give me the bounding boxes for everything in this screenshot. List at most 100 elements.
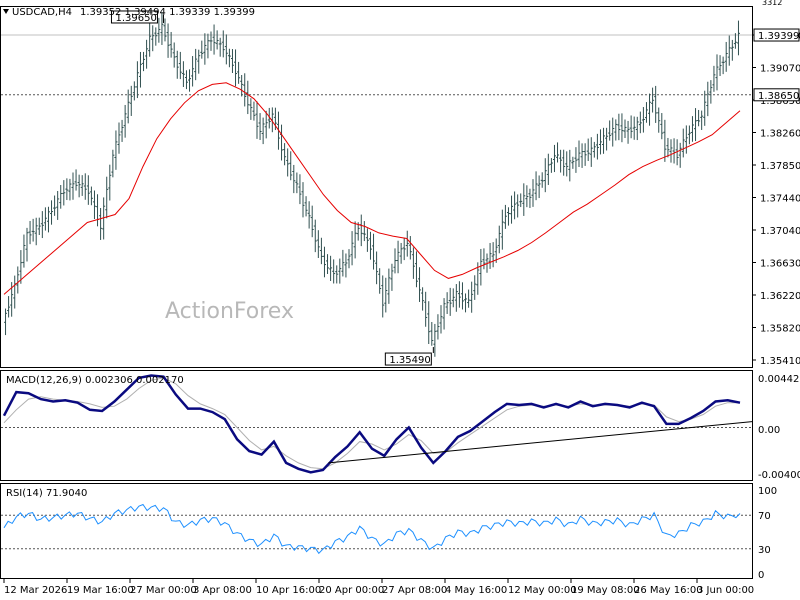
macd-panel [1, 374, 753, 474]
candle [230, 49, 234, 74]
macd-line [2, 374, 741, 474]
candle [451, 288, 455, 308]
rsi-tick-label: 70 [758, 511, 771, 522]
candle [249, 98, 253, 120]
candle [117, 122, 121, 154]
candle [40, 211, 44, 239]
candle [114, 130, 118, 170]
candle [255, 101, 259, 139]
candle [194, 48, 198, 81]
candle [34, 217, 38, 246]
axes: 1.394801.390701.386501.382601.378501.374… [3, 28, 800, 596]
candle [378, 268, 382, 294]
candle [559, 149, 563, 173]
candle [99, 208, 103, 240]
candle [7, 296, 11, 318]
candle [500, 209, 504, 250]
candle [408, 236, 412, 260]
x-tick-label: 12 May 00:00 [508, 585, 577, 596]
candle [191, 56, 195, 87]
candle [414, 251, 418, 288]
candle [59, 184, 63, 209]
candle [457, 281, 461, 308]
candle [736, 20, 740, 56]
candle [362, 221, 366, 242]
candle [304, 196, 308, 217]
candle [129, 85, 133, 116]
rsi-tick-label: 30 [758, 545, 771, 556]
candle [479, 248, 483, 286]
candle [46, 206, 50, 233]
candle [617, 113, 621, 141]
usdcad-chart[interactable]: ActionForex 1.396501.35490 1.394801.3907… [0, 0, 800, 600]
candle [709, 80, 713, 104]
candle [405, 230, 409, 257]
candle [586, 138, 590, 162]
candle [491, 242, 495, 268]
candle [580, 143, 584, 168]
price-tick-label: 1.35410 [760, 356, 800, 367]
moving-average-line [3, 82, 741, 295]
candle [522, 183, 526, 216]
candle [43, 207, 47, 231]
candle [111, 149, 115, 178]
header-corner: 3312 [762, 0, 782, 7]
candle [286, 148, 290, 177]
candle [669, 139, 673, 163]
candle [402, 237, 406, 261]
candle [197, 49, 201, 74]
candle [454, 284, 458, 312]
symbol-triangle-icon [3, 9, 9, 14]
candle [556, 142, 560, 163]
candle [77, 174, 81, 198]
rsi-label: RSI(14) 71.9040 [6, 488, 87, 499]
candle [316, 230, 320, 258]
candle [224, 34, 228, 65]
candle [74, 169, 78, 191]
watermark: ActionForex [165, 299, 294, 324]
candle [460, 282, 464, 310]
candle [568, 149, 572, 182]
candle [215, 30, 219, 50]
candle [166, 23, 170, 58]
candle [503, 204, 507, 229]
candle [540, 172, 544, 188]
candle [672, 138, 676, 164]
candle [510, 195, 514, 224]
candle [605, 127, 609, 151]
candle [448, 287, 452, 316]
candle [663, 119, 667, 162]
macd-trendline [328, 421, 753, 464]
candle [86, 175, 90, 205]
candle [577, 140, 581, 167]
candle [516, 194, 520, 218]
candle [227, 48, 231, 68]
candle [464, 293, 468, 313]
svg-text:1.38650: 1.38650 [758, 91, 799, 102]
price-panel-frame [0, 6, 753, 368]
macd-tick-label: 0.00 [758, 425, 780, 436]
candle [660, 113, 664, 140]
candle [583, 143, 587, 166]
candle [644, 102, 648, 123]
candle [537, 175, 541, 199]
candle [56, 190, 60, 220]
candle [184, 70, 188, 90]
candle [574, 147, 578, 173]
candle [65, 178, 69, 201]
candle [497, 225, 501, 254]
candle [310, 205, 314, 238]
candle [181, 61, 185, 88]
candle [534, 171, 538, 201]
price-tick-label: 1.39070 [760, 64, 800, 75]
candle [319, 237, 323, 265]
candle [53, 195, 57, 216]
candle [368, 231, 372, 260]
level-price-label: 1.38650 [753, 88, 800, 102]
candle [421, 287, 425, 311]
candle [531, 179, 535, 207]
current-price-label: 1.39399 [753, 28, 800, 42]
candle [611, 117, 615, 147]
candle [730, 39, 734, 61]
x-tick-label: 10 Apr 16:00 [256, 585, 321, 596]
